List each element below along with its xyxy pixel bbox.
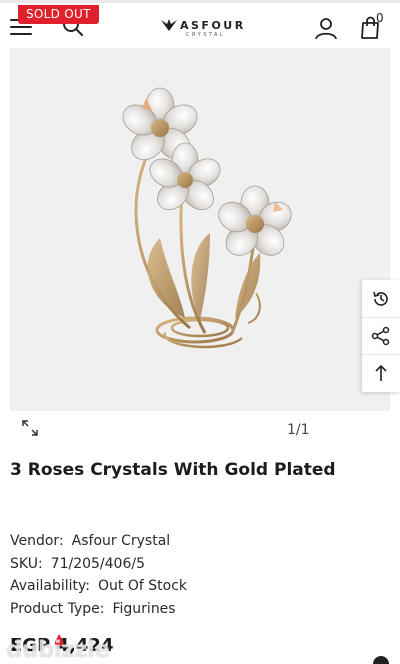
share-button[interactable] — [362, 317, 400, 354]
scroll-top-button[interactable] — [362, 354, 400, 391]
history-icon — [373, 291, 388, 306]
detail-value: Out Of Stock — [98, 578, 187, 594]
side-toolbar — [362, 280, 400, 392]
expand-icon[interactable] — [22, 420, 38, 440]
detail-label: Availability: — [10, 578, 91, 594]
detail-value: Figurines — [112, 600, 176, 617]
product-image[interactable] — [10, 48, 390, 411]
arrow-up-icon — [375, 364, 387, 381]
detail-availability: Availability: Out Of Stock — [10, 578, 187, 601]
sold-out-badge: SOLD OUT — [18, 5, 99, 24]
detail-sku: SKU: 71/205/406/5 — [10, 556, 187, 579]
image-pager: 1/1 — [287, 422, 310, 438]
product-title: 3 Roses Crystals With Gold Plated — [10, 460, 336, 480]
detail-vendor: Vendor: Asfour Crystal — [10, 533, 187, 556]
detail-product-type: Product Type: Figurines — [10, 601, 187, 624]
logo-subtitle: CRYSTAL — [186, 32, 226, 38]
history-button[interactable] — [362, 280, 400, 317]
site-header: SOLD OUT ASFOUR CRYSTAL 0 — [0, 0, 400, 48]
logo-bird-icon — [161, 19, 177, 31]
detail-label: Product Type: — [10, 600, 105, 617]
detail-value: 71/205/406/5 — [50, 555, 145, 572]
share-icon — [371, 326, 390, 346]
logo-name: ASFOUR — [180, 19, 246, 32]
product-details: Vendor: Asfour Crystal SKU: 71/205/406/5 A… — [10, 533, 187, 623]
crystal-roses-figurine — [122, 87, 292, 349]
asfour-logo[interactable]: ASFOUR CRYSTAL — [160, 15, 250, 39]
detail-label: Vendor: — [10, 533, 64, 549]
detail-value: Asfour Crystal — [71, 533, 171, 549]
chat-button[interactable] — [373, 656, 389, 664]
account-icon[interactable] — [314, 16, 338, 44]
cart-count: 0 — [376, 11, 384, 25]
detail-label: SKU: — [10, 555, 43, 572]
watermark-text: dubizzle — [6, 637, 110, 663]
dubizzle-watermark: dubizzle — [0, 634, 130, 664]
